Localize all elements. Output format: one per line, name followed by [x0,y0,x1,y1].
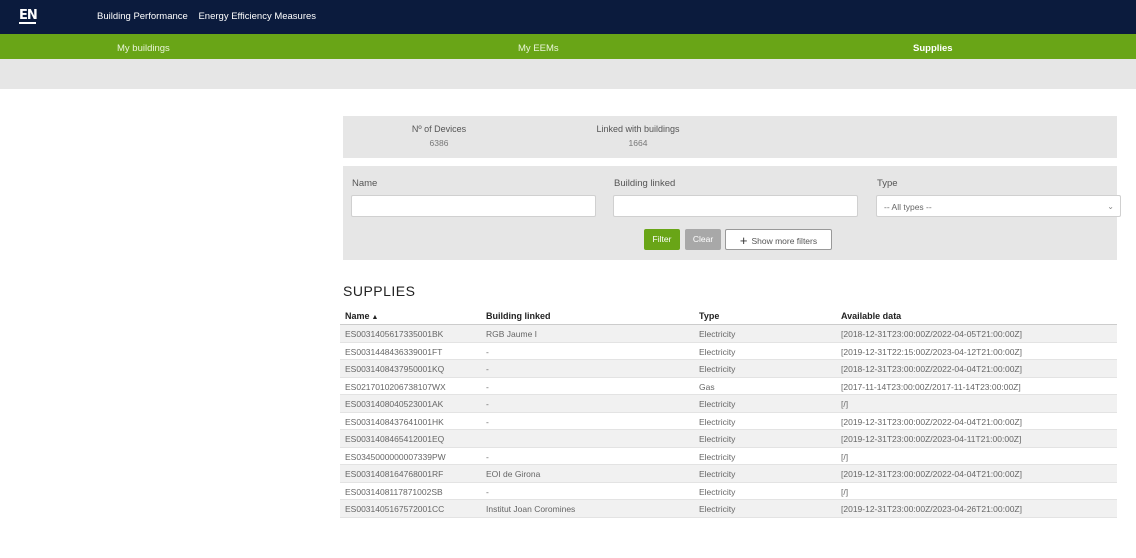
table-row[interactable]: ES0031408465412001EQ Electricity [2019-12-… [340,430,1117,448]
plus-icon: + [739,233,748,248]
cell-available-data: [2019-12-31T23:00:00Z/2022-04-04T21:00:0… [841,416,1022,427]
cell-building-linked: - [486,346,489,357]
column-header-name[interactable]: Name ▲ [345,311,378,321]
cell-available-data: [2019-12-31T23:00:00Z/2022-04-04T21:00:0… [841,469,1022,479]
clear-button[interactable]: Clear [685,229,721,250]
cell-available-data: [2019-12-31T23:00:00Z/2023-04-26T21:00:0… [841,504,1022,514]
cell-type: Electricity [699,416,736,427]
table-header: Name ▲ Building linked Type Available dat… [340,305,1117,325]
tab-supplies[interactable]: Supplies [913,43,953,54]
cell-type: Electricity [699,399,736,409]
table-row[interactable]: ES0217010206738107WX - Gas [2017-11-14T23:0… [340,378,1117,395]
cell-type: Electricity [699,329,736,339]
cell-building-linked: - [486,451,489,462]
cell-building-linked: - [486,381,489,392]
cell-available-data: [2017-11-14T23:00:00Z/2017-11-14T23:00:0… [841,381,1021,392]
building-filter-input[interactable] [613,195,858,217]
cell-name: ES0031408164768001RF [345,469,444,479]
cell-type: Electricity [699,486,736,497]
cell-name: ES0031405167572001CC [345,504,445,514]
filter-panel: Name Building linked Type -- All types -… [343,166,1121,260]
sort-asc-icon: ▲ [371,314,379,321]
stats-panel: Nº of Devices 6386 Linked with buildings… [343,116,1117,158]
top-nav: Building Performance Energy Efficiency M… [97,11,324,22]
table-row[interactable]: ES0031408117871002SB - Electricity [/] [340,483,1117,500]
cell-available-data: [2019-12-31T23:00:00Z/2023-04-11T21:00:0… [841,434,1022,444]
cell-building-linked: EOI de Girona [486,469,541,479]
linked-stat: Linked with buildings 1664 [583,124,693,148]
linked-label: Linked with buildings [596,124,680,134]
subheader-bar [0,59,1136,89]
table-row[interactable]: ES0031448436339001FT - Electricity [2019-12… [340,343,1117,360]
column-header-building-linked[interactable]: Building linked [486,311,551,321]
tab-my-eems[interactable]: My EEMs [518,43,559,54]
cell-name: ES0031405617335001BK [345,329,444,339]
cell-available-data: [2019-12-31T22:15:00Z/2023-04-12T21:00:0… [841,346,1022,357]
devices-value: 6386 [429,138,449,148]
column-header-type[interactable]: Type [699,311,719,321]
nav-energy-efficiency-measures[interactable]: Energy Efficiency Measures [198,11,316,22]
tab-bar: My buildings My EEMs Supplies [0,34,1136,59]
cell-building-linked: - [486,416,489,427]
cell-name: ES0031408465412001EQ [345,434,445,444]
cell-available-data: [2018-12-31T23:00:00Z/2022-04-04T21:00:0… [841,364,1022,374]
cell-type: Electricity [699,434,736,444]
cell-available-data: [/] [841,399,849,409]
cell-building-linked: - [486,364,489,374]
top-navbar: EN Building Performance Energy Efficienc… [0,0,1136,34]
cell-type: Electricity [699,346,736,357]
table-row[interactable]: ES0031408437950001KQ - Electricity [2018-12… [340,360,1117,378]
table-body: ES0031405617335001BK RGB Jaume I Electrici… [340,325,1117,518]
name-filter-input[interactable] [351,195,596,217]
cell-name: ES0217010206738107WX [345,381,446,392]
cell-building-linked: - [486,399,489,409]
table-row[interactable]: ES0031405167572001CC Institut Joan Coromi… [340,500,1117,518]
name-filter-label: Name [352,178,378,189]
cell-type: Electricity [699,451,736,462]
table-row[interactable]: ES0345000000007339PW - Electricity [/] [340,448,1117,465]
cell-name: ES0031448436339001FT [345,346,443,357]
show-more-filters-button[interactable]: + Show more filters [725,229,832,250]
building-filter-label: Building linked [614,178,676,189]
cell-available-data: [/] [841,451,849,462]
cell-name: ES0345000000007339PW [345,451,446,462]
nav-building-performance[interactable]: Building Performance [97,11,188,22]
cell-name: ES0031408117871002SB [345,486,443,497]
cell-type: Electricity [699,504,736,514]
cell-building-linked: - [486,486,489,497]
logo-icon[interactable]: EN [19,8,38,27]
cell-name: ES0031408437950001KQ [345,364,445,374]
cell-name: ES0031408437641001HK [345,416,444,427]
column-header-available-data[interactable]: Available data [841,311,901,321]
tab-my-buildings[interactable]: My buildings [117,43,170,54]
type-filter-label: Type [877,178,898,189]
type-filter-select[interactable]: -- All types -- ⌄ [876,195,1121,217]
cell-building-linked: Institut Joan Coromines [486,504,576,514]
cell-available-data: [2018-12-31T23:00:00Z/2022-04-05T21:00:0… [841,329,1022,339]
linked-value: 1664 [628,138,648,148]
cell-building-linked: RGB Jaume I [486,329,538,339]
filter-button[interactable]: Filter [644,229,680,250]
supplies-title: SUPPLIES [343,283,416,299]
cell-name: ES0031408040523001AK [345,399,444,409]
table-row[interactable]: ES0031408164768001RF EOI de Girona Electri… [340,465,1117,483]
cell-type: Gas [699,381,715,392]
devices-label: Nº of Devices [411,124,467,134]
table-row[interactable]: ES0031408040523001AK - Electricity [/] [340,395,1117,413]
chevron-down-icon: ⌄ [1107,202,1114,211]
table-row[interactable]: ES0031408437641001HK - Electricity [2019-12… [340,413,1117,430]
cell-available-data: [/] [841,486,849,497]
devices-stat: Nº of Devices 6386 [399,124,479,148]
type-selected-value: -- All types -- [884,202,932,212]
supplies-table: Name ▲ Building linked Type Available dat… [340,305,1117,518]
cell-type: Electricity [699,469,736,479]
table-row[interactable]: ES0031405617335001BK RGB Jaume I Electrici… [340,325,1117,343]
show-more-filters-label: Show more filters [751,236,818,246]
cell-type: Electricity [699,364,736,374]
